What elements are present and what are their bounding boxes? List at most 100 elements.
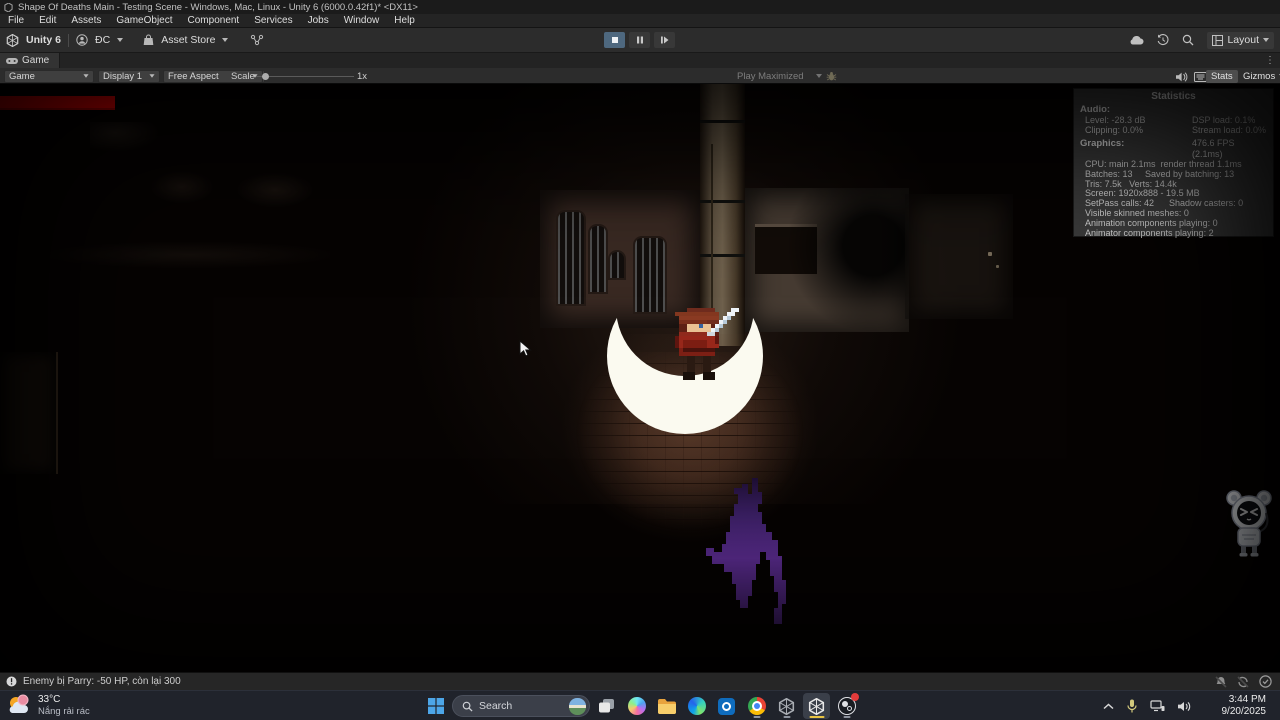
display-dropdown[interactable]: Display 1 bbox=[98, 69, 160, 83]
refresh-slash-icon[interactable] bbox=[1237, 675, 1249, 688]
chrome-icon bbox=[747, 697, 766, 715]
bell-slash-icon[interactable] bbox=[1215, 675, 1227, 688]
scale-slider-knob[interactable] bbox=[262, 72, 269, 80]
gizmos-dropdown[interactable]: Gizmos bbox=[1240, 70, 1280, 83]
pause-icon bbox=[636, 36, 643, 44]
menu-file[interactable]: File bbox=[8, 15, 24, 26]
shadow-creature-sprite bbox=[706, 478, 786, 624]
keyboard-icon[interactable] bbox=[1193, 71, 1207, 82]
asset-store-icon bbox=[143, 34, 154, 45]
tab-game[interactable]: Game bbox=[0, 53, 61, 68]
product-label: Unity 6 bbox=[26, 34, 62, 46]
statistics-panel: Statistics Audio: Level: -28.3 dB DSP lo… bbox=[1073, 88, 1274, 237]
stats-toggle-button[interactable]: Stats bbox=[1206, 69, 1238, 83]
hero-sprite bbox=[675, 308, 739, 380]
play-button[interactable] bbox=[604, 32, 625, 48]
outlook-button[interactable] bbox=[713, 693, 740, 719]
menu-assets[interactable]: Assets bbox=[71, 15, 101, 26]
progress-check-icon[interactable] bbox=[1259, 675, 1272, 688]
outlook-icon bbox=[718, 697, 735, 715]
weather-icon bbox=[9, 694, 29, 713]
file-explorer-icon bbox=[657, 698, 676, 714]
gamepad-icon bbox=[6, 57, 18, 64]
unity-status-bar[interactable]: Enemy bị Parry: -50 HP, còn lại 300 bbox=[0, 672, 1280, 690]
system-tray bbox=[1103, 693, 1192, 719]
play-maximized-dropdown[interactable]: Play Maximized bbox=[737, 71, 804, 82]
more-menu-icon[interactable]: ⋮ bbox=[1265, 55, 1275, 66]
account-icon bbox=[76, 34, 88, 46]
tray-chevron-icon[interactable] bbox=[1103, 702, 1114, 710]
menu-window[interactable]: Window bbox=[344, 15, 380, 26]
menu-help[interactable]: Help bbox=[394, 15, 415, 26]
graphics-header: Graphics: bbox=[1080, 138, 1125, 149]
menu-services[interactable]: Services bbox=[254, 15, 292, 26]
mute-audio-icon[interactable] bbox=[1176, 71, 1189, 82]
search-highlight-thumbnail bbox=[569, 697, 586, 715]
stat-clipping: Clipping: 0.0% bbox=[1085, 125, 1144, 135]
notification-badge bbox=[851, 693, 859, 701]
edge-button[interactable] bbox=[683, 693, 710, 719]
asset-store-label[interactable]: Asset Store bbox=[161, 34, 215, 46]
view-mode-dropdown[interactable]: Game bbox=[4, 69, 94, 83]
chrome-button[interactable] bbox=[743, 693, 770, 719]
network-icon[interactable] bbox=[1150, 700, 1165, 712]
version-control-icon[interactable] bbox=[250, 34, 264, 46]
volume-icon[interactable] bbox=[1178, 701, 1192, 712]
barred-window bbox=[558, 212, 584, 304]
copilot-icon bbox=[627, 697, 646, 715]
task-view-button[interactable] bbox=[593, 693, 620, 719]
windows-taskbar: 33°C Nắng rải rác Search 3:44 PM 9/20/20… bbox=[0, 690, 1280, 720]
copilot-button[interactable] bbox=[623, 693, 650, 719]
rubble-prop bbox=[50, 242, 330, 268]
running-indicator bbox=[783, 716, 790, 718]
stat-dsp-load: DSP load: 0.1% bbox=[1192, 115, 1256, 125]
menu-jobs[interactable]: Jobs bbox=[308, 15, 329, 26]
menu-component[interactable]: Component bbox=[188, 15, 240, 26]
game-viewport[interactable]: Statistics Audio: Level: -28.3 dB DSP lo… bbox=[0, 84, 1280, 672]
chevron-down-icon bbox=[816, 74, 822, 78]
console-message[interactable]: Enemy bị Parry: -50 HP, còn lại 300 bbox=[23, 676, 181, 687]
screen: Shape Of Deaths Main - Testing Scene - W… bbox=[0, 0, 1280, 720]
active-indicator bbox=[809, 716, 824, 718]
bug-icon[interactable] bbox=[826, 71, 837, 82]
chevron-down-icon[interactable] bbox=[222, 38, 229, 42]
gizmos-label: Gizmos bbox=[1243, 70, 1276, 82]
unity-hub-button[interactable] bbox=[773, 693, 800, 719]
pillar-seam bbox=[700, 120, 745, 123]
statistics-title: Statistics bbox=[1151, 91, 1196, 102]
menu-gameobject[interactable]: GameObject bbox=[116, 15, 172, 26]
step-icon bbox=[661, 36, 669, 44]
weather-desc: Nắng rải rác bbox=[38, 705, 90, 717]
unity-editor-button[interactable] bbox=[803, 693, 830, 719]
taskbar-clock[interactable]: 3:44 PM 9/20/2025 bbox=[1222, 694, 1267, 718]
unity-hub-icon bbox=[778, 697, 795, 715]
scale-label: Scale bbox=[231, 71, 255, 82]
stat-row: Level: -28.3 dB DSP load: 0.1% bbox=[1080, 115, 1267, 125]
start-button[interactable] bbox=[422, 693, 449, 719]
layout-dropdown[interactable]: Layout bbox=[1207, 31, 1274, 49]
weather-temp: 33°C bbox=[38, 693, 61, 705]
chevron-down-icon bbox=[1263, 38, 1269, 42]
cloud-icon[interactable] bbox=[1129, 35, 1144, 45]
weather-widget[interactable]: 33°C Nắng rải rác bbox=[6, 693, 90, 717]
search-icon[interactable] bbox=[1182, 34, 1194, 46]
menu-edit[interactable]: Edit bbox=[39, 15, 56, 26]
step-button[interactable] bbox=[654, 32, 675, 48]
chevron-down-icon[interactable] bbox=[117, 38, 124, 42]
account-label[interactable]: ĐC bbox=[95, 34, 110, 46]
file-explorer-button[interactable] bbox=[653, 693, 680, 719]
scale-slider[interactable] bbox=[256, 76, 354, 77]
info-icon bbox=[6, 676, 17, 687]
barrel-prop bbox=[236, 172, 314, 208]
health-bar bbox=[0, 96, 115, 110]
microphone-icon[interactable] bbox=[1127, 699, 1137, 713]
clock-time: 3:44 PM bbox=[1228, 694, 1266, 705]
history-icon[interactable] bbox=[1157, 34, 1169, 46]
search-input[interactable]: Search bbox=[452, 695, 590, 717]
obs-button[interactable] bbox=[833, 693, 860, 719]
pillar-seam bbox=[700, 254, 745, 257]
tab-game-label: Game bbox=[22, 55, 50, 66]
dungeon-wall-far bbox=[905, 194, 1013, 319]
pause-button[interactable] bbox=[629, 32, 650, 48]
game-view-toolbar: Game Display 1 Free Aspect Scale 1x Play… bbox=[0, 68, 1280, 84]
